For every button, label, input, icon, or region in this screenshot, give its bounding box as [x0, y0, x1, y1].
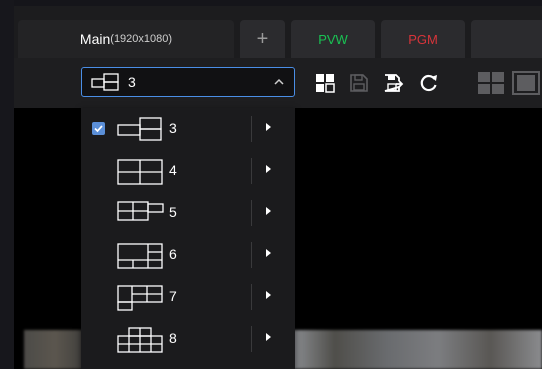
tab-overflow — [471, 20, 542, 58]
tab-main-label: Main — [79, 31, 111, 47]
layout-8-icon — [117, 327, 163, 353]
layout-4-icon — [117, 159, 163, 185]
toolbar: 3 — [14, 58, 542, 108]
save-icon — [350, 74, 368, 92]
caret-right-icon[interactable] — [265, 206, 272, 216]
layout-option-6[interactable]: 6 — [81, 234, 295, 276]
layout-2x2-button[interactable] — [476, 72, 506, 94]
separator — [251, 284, 252, 310]
separator — [251, 116, 252, 142]
plus-icon: + — [256, 27, 269, 50]
layout-option-label: 7 — [169, 288, 177, 304]
separator — [251, 200, 252, 226]
separator — [251, 326, 252, 352]
layout-3-icon — [117, 117, 162, 141]
layout-option-label: 4 — [169, 162, 177, 178]
layout-option-3[interactable]: 3 — [81, 108, 295, 150]
save-as-icon — [384, 74, 404, 92]
save-as-button[interactable] — [383, 72, 405, 94]
tab-pvw-label: PVW — [318, 31, 348, 47]
layout-monitor-icon — [512, 71, 540, 95]
layout-3-icon — [91, 73, 119, 91]
layout-5-icon — [117, 201, 164, 221]
layout-dropdown-menu: 3 4 5 6 7 8 — [81, 108, 295, 369]
layout-selector-value: 3 — [128, 74, 136, 90]
caret-right-icon[interactable] — [265, 248, 272, 258]
layout-option-4[interactable]: 4 — [81, 150, 295, 192]
caret-right-icon[interactable] — [265, 290, 272, 300]
layout-monitor-button[interactable] — [512, 71, 542, 95]
layout-option-label: 3 — [169, 120, 177, 136]
refresh-button[interactable] — [418, 72, 440, 94]
chevron-up-icon — [274, 78, 284, 85]
tab-main[interactable]: Main (1920x1080) — [18, 20, 234, 58]
save-button[interactable] — [348, 72, 370, 94]
layout-option-label: 6 — [169, 246, 177, 262]
separator — [251, 158, 252, 184]
layout-option-label: 5 — [169, 204, 177, 220]
tab-main-resolution: (1920x1080) — [110, 33, 173, 45]
tab-pgm-label: PGM — [408, 31, 438, 47]
tab-bar: Main (1920x1080) + PVW PGM — [14, 6, 542, 58]
tab-pvw[interactable]: PVW — [291, 20, 375, 58]
refresh-icon — [420, 74, 437, 92]
layout-option-8[interactable]: 8 — [81, 318, 295, 360]
layout-6-icon — [117, 243, 163, 269]
checked-checkbox-icon[interactable] — [92, 122, 105, 135]
add-tab-button[interactable]: + — [240, 20, 285, 58]
layout-option-7[interactable]: 7 — [81, 276, 295, 318]
grid-button[interactable] — [314, 72, 336, 94]
caret-right-icon[interactable] — [265, 122, 272, 132]
tab-pgm[interactable]: PGM — [381, 20, 465, 58]
caret-right-icon[interactable] — [265, 332, 272, 342]
window-shadow — [0, 0, 14, 369]
layout-selector[interactable]: 3 — [81, 67, 295, 97]
layout-option-label: 8 — [169, 330, 177, 346]
layout-2x2-icon — [478, 72, 504, 94]
app-window: Main (1920x1080) + PVW PGM 3 3 4 5 6 7 8 — [14, 6, 542, 369]
grid-icon — [316, 74, 335, 93]
caret-right-icon[interactable] — [265, 164, 272, 174]
layout-option-5[interactable]: 5 — [81, 192, 295, 234]
separator — [251, 242, 252, 268]
layout-7-icon — [117, 285, 163, 311]
